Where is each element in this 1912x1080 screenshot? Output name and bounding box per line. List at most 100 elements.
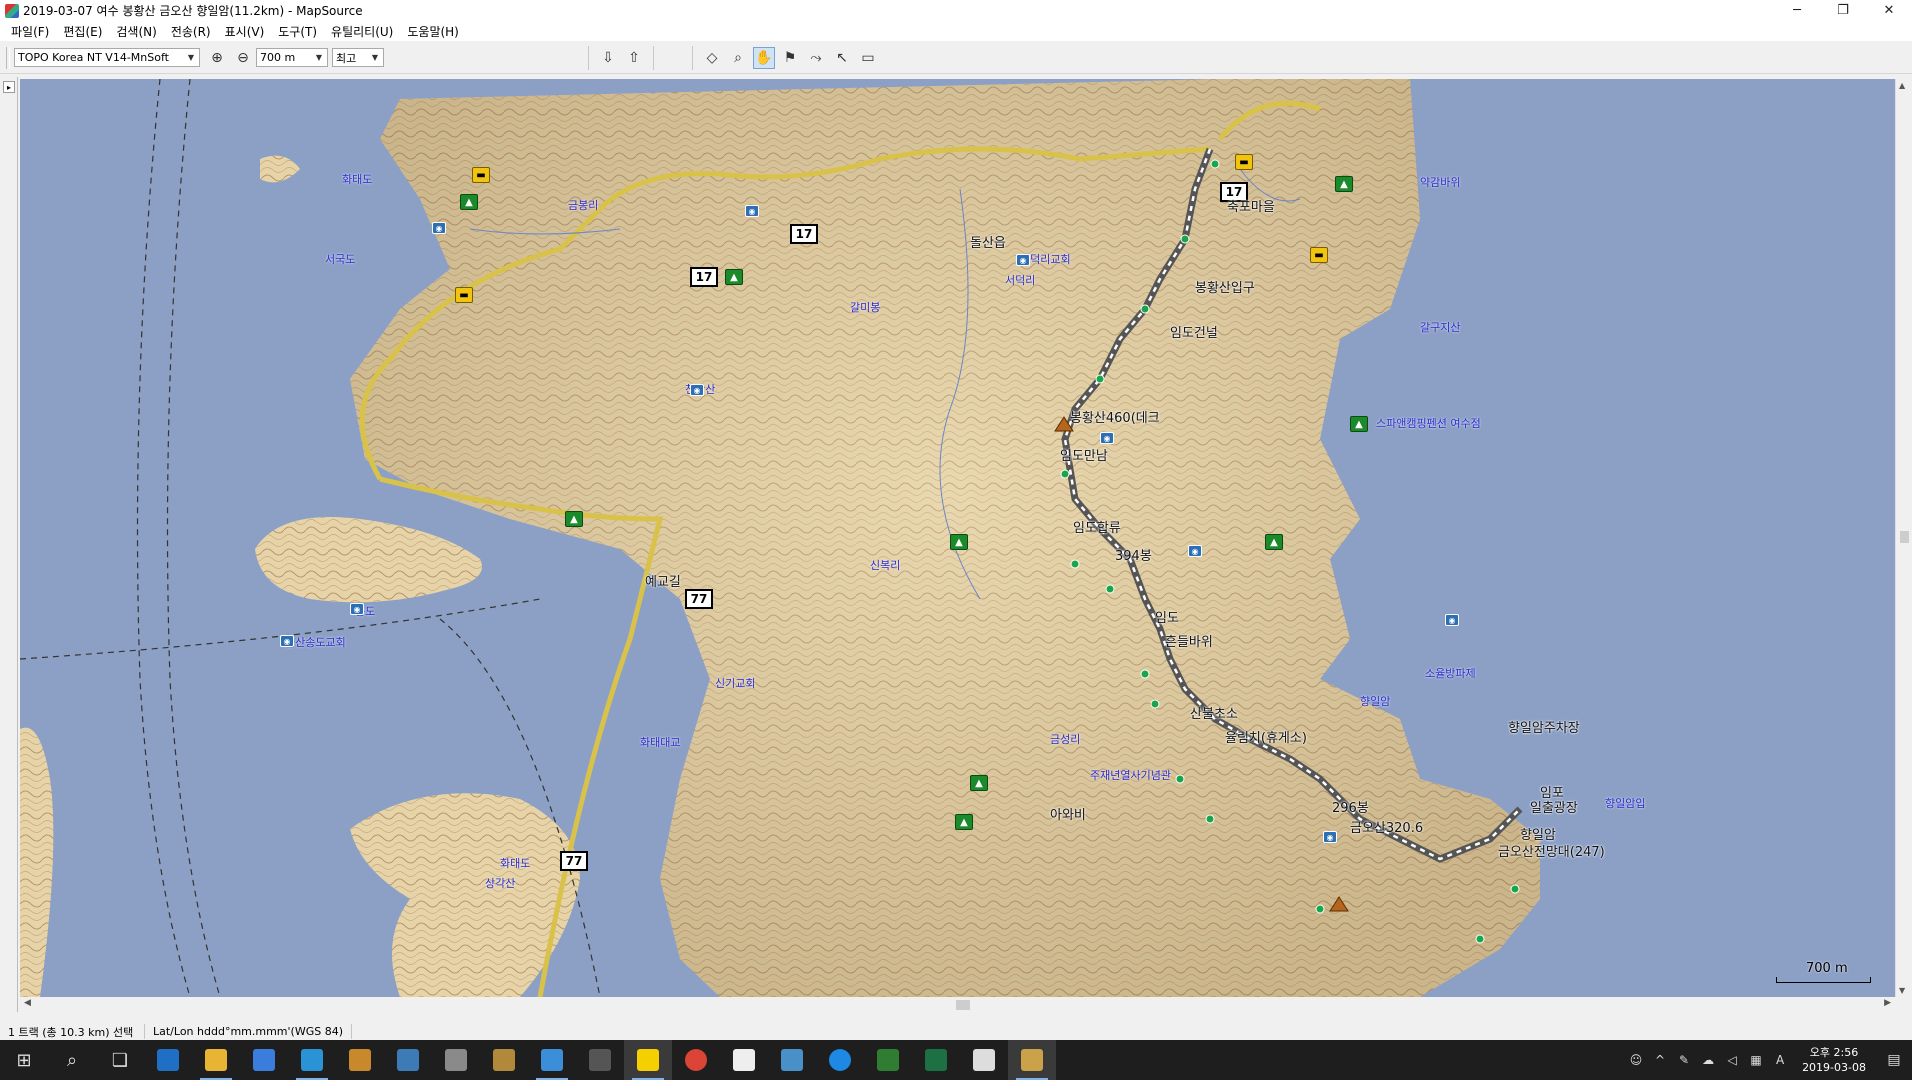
zoom-tool-button[interactable]: ⌕ (727, 47, 749, 69)
chevron-down-icon: ▼ (371, 53, 379, 62)
waypoint-label: 흔들바위 (1165, 635, 1213, 650)
scroll-right-icon[interactable]: ▶ (1884, 998, 1891, 1008)
ime-indicator[interactable]: A (1768, 1053, 1792, 1067)
calculator-app[interactable] (576, 1040, 624, 1080)
vertical-scrollbar[interactable]: ▲ ▼ (1895, 79, 1912, 997)
file-explorer-app[interactable] (192, 1040, 240, 1080)
pen-icon[interactable]: ✎ (1672, 1053, 1696, 1067)
window-title: 2019-03-07 여수 봉황산 금오산 향일암(11.2km) - MapS… (23, 4, 363, 18)
poi-label: 돌산송도교회 (285, 636, 346, 649)
app-launcher-3[interactable] (432, 1040, 480, 1080)
selection-tool-button[interactable]: ↖ (831, 47, 853, 69)
waypoint-label: 임도건널 (1170, 326, 1218, 341)
app-launcher-4[interactable] (480, 1040, 528, 1080)
app-launcher-5[interactable] (528, 1040, 576, 1080)
scroll-up-icon[interactable]: ▲ (1899, 81, 1905, 90)
internet-explorer-app[interactable] (288, 1040, 336, 1080)
horizontal-scrollbar[interactable]: ◀ ▶ (20, 997, 1895, 1012)
detail-level-select[interactable]: 최고 ▼ (332, 48, 384, 67)
zoom-level-value: 700 m (260, 51, 296, 64)
search-button[interactable]: ⌕ (48, 1040, 96, 1080)
waypoint-label: 296봉 (1332, 801, 1369, 816)
horizontal-scroll-thumb[interactable] (956, 1000, 970, 1010)
camera-marker: ◉ (1188, 545, 1202, 557)
kakaotalk-app[interactable] (624, 1040, 672, 1080)
waypoint-label: 임도만남 (1060, 449, 1108, 464)
restore-button[interactable]: ❐ (1820, 0, 1866, 21)
menu-view[interactable]: 표시(V) (218, 23, 272, 40)
window-controls: ─ ❐ ✕ (1774, 0, 1912, 21)
detail-level-value: 최고 (336, 51, 357, 65)
zoom-level-select[interactable]: 700 m ▼ (256, 48, 328, 67)
close-button[interactable]: ✕ (1866, 0, 1912, 21)
lodging-marker: ▬ (472, 167, 490, 183)
map-product-value: TOPO Korea NT V14-MnSoft (18, 51, 169, 64)
menu-search[interactable]: 검색(N) (109, 23, 163, 40)
edge-app[interactable] (144, 1040, 192, 1080)
store-app[interactable] (240, 1040, 288, 1080)
app-launcher-1[interactable] (336, 1040, 384, 1080)
taskbar-clock[interactable]: 오후 2:56 2019-03-08 (1792, 1045, 1876, 1075)
scroll-down-icon[interactable]: ▼ (1899, 986, 1905, 995)
map-tool-button[interactable]: ◇ (701, 47, 723, 69)
toolbar-separator (653, 45, 654, 70)
chevron-up-icon[interactable]: ^ (1648, 1053, 1672, 1067)
store-icon (253, 1049, 275, 1071)
app-launcher-7[interactable] (816, 1040, 864, 1080)
menu-tools[interactable]: 도구(T) (271, 23, 324, 40)
poi-label: 상각산 (485, 877, 516, 890)
excel-app[interactable] (912, 1040, 960, 1080)
menu-transfer[interactable]: 전송(R) (164, 23, 218, 40)
notepad-app[interactable] (720, 1040, 768, 1080)
zoom-in-button[interactable]: ⊕ (206, 47, 228, 69)
map-product-select[interactable]: TOPO Korea NT V14-MnSoft ▼ (14, 48, 200, 67)
cloud-icon[interactable]: ☁ (1696, 1053, 1720, 1067)
mapsource-taskbar-app[interactable] (1008, 1040, 1056, 1080)
waypoint-tool-button[interactable]: ⚑ (779, 47, 801, 69)
measure-tool-button[interactable]: ▭ (857, 47, 879, 69)
network-icon[interactable]: ▦ (1744, 1053, 1768, 1067)
place-label: 축포마을 (1227, 200, 1275, 215)
waypoint-label: 임도합류 (1073, 521, 1121, 536)
notification-icon[interactable]: ▤ (1876, 1052, 1912, 1068)
poi-label: 스파앤캠핑펜션 여수점 (1376, 417, 1481, 430)
scroll-left-icon[interactable]: ◀ (24, 998, 31, 1008)
chevron-down-icon: ▼ (187, 53, 195, 62)
send-to-device-button[interactable]: ⇧ (623, 47, 645, 69)
clock-date: 2019-03-08 (1802, 1061, 1866, 1074)
expand-panel-icon[interactable]: ▸ (3, 81, 15, 93)
scale-label: 700 m (1806, 961, 1848, 976)
volume-icon[interactable]: ◁ (1720, 1053, 1744, 1067)
app-launcher-8[interactable] (864, 1040, 912, 1080)
receive-from-device-button[interactable]: ⇩ (597, 47, 619, 69)
toolbar-grip[interactable] (6, 46, 10, 69)
waypoint-label: 금오산320.6 (1350, 821, 1424, 836)
vertical-scroll-thumb[interactable] (1900, 531, 1909, 543)
zoom-out-button[interactable]: ⊖ (232, 47, 254, 69)
waypoint-label: 금오산전망대(247) (1498, 845, 1605, 860)
menu-help[interactable]: 도움말(H) (400, 23, 466, 40)
people-icon[interactable]: ☺ (1624, 1053, 1648, 1067)
waypoint-label: 율림치(휴게소) (1225, 731, 1307, 746)
app-launcher-6[interactable] (768, 1040, 816, 1080)
task-view-button[interactable]: ❏ (96, 1040, 144, 1080)
menu-edit[interactable]: 편집(E) (56, 23, 109, 40)
start-button[interactable]: ⊞ (0, 1040, 48, 1080)
app-icon (445, 1049, 467, 1071)
menu-file[interactable]: 파일(F) (4, 23, 56, 40)
campground-marker: ▲ (565, 511, 583, 527)
menu-utilities[interactable]: 유틸리티(U) (324, 23, 400, 40)
edge-icon (157, 1049, 179, 1071)
pan-tool-button[interactable]: ✋ (753, 46, 775, 69)
map-view[interactable]: 17 17 17 77 77 봉황산입구 임도건널 봉황산460(데크 임도만남… (20, 79, 1895, 997)
app-launcher-2[interactable] (384, 1040, 432, 1080)
poi-label: 금성리 (1050, 733, 1081, 746)
route-tool-button[interactable]: ⤳ (805, 47, 827, 69)
status-bar: 1 트랙 (총 10.3 km) 선택 Lat/Lon hddd°mm.mmm'… (0, 1023, 1912, 1040)
chrome-app[interactable] (672, 1040, 720, 1080)
poi-label: 갈미봉 (850, 301, 881, 314)
send-device-icon: ⇧ (628, 49, 640, 66)
mail-app[interactable] (960, 1040, 1008, 1080)
mail-icon (973, 1049, 995, 1071)
minimize-button[interactable]: ─ (1774, 0, 1820, 21)
